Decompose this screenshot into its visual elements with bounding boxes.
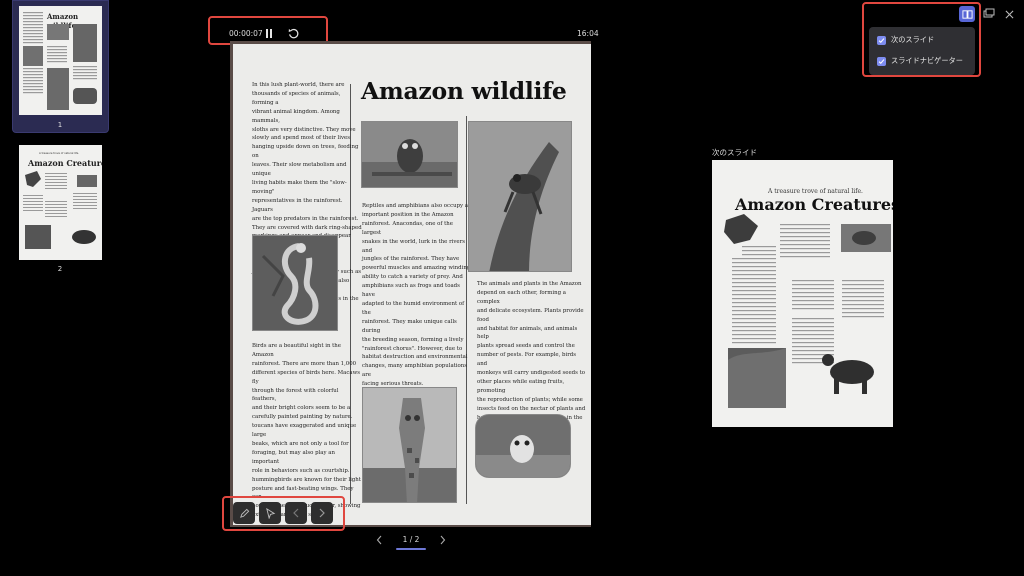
page-indicator-underline (396, 548, 426, 550)
slide-paper: Amazon wildlife In this lush plant-world… (233, 44, 591, 525)
clock: 16:04 (577, 29, 599, 38)
next-slide-button[interactable] (311, 502, 333, 524)
frog-photo (468, 121, 572, 272)
check-icon (878, 37, 885, 43)
column-2-text: Reptiles and amphibians also occupy an i… (362, 203, 471, 388)
owl-image (362, 122, 457, 187)
thumbnail-slide-2[interactable]: A treasure trove of natural life. Amazon… (19, 145, 102, 260)
pen-button[interactable] (233, 502, 255, 524)
presenter-view-button[interactable] (959, 6, 975, 22)
thumbnail-2-number: 2 (57, 265, 63, 273)
check-icon (878, 58, 885, 64)
next-slide-label: 次のスライド (712, 148, 757, 157)
elapsed-timer: 00:00:07 (229, 29, 263, 38)
pen-icon (239, 508, 249, 518)
display-settings-button[interactable] (981, 6, 997, 22)
view-options-menu: 次のスライド スライドナビゲーター (869, 27, 975, 75)
reset-timer-button[interactable] (286, 26, 300, 40)
flamingo-photo (252, 235, 338, 331)
snowy-owl-photo (475, 414, 571, 478)
dual-screen-icon (961, 9, 973, 19)
giraffe-photo (362, 387, 457, 503)
thumbnail-2-content (23, 171, 97, 249)
chevron-left-icon (376, 535, 382, 545)
pause-button[interactable] (262, 26, 276, 40)
column-1-bottom-text: Birds are a beautiful sight in the Amazo… (252, 343, 361, 518)
thumbnail-1-number: 1 (57, 121, 63, 129)
close-button[interactable] (1001, 6, 1017, 22)
display-icon (983, 8, 995, 18)
thumbnail-slide-1[interactable]: Amazon wildlife (19, 6, 102, 115)
thumbnail-1-content (23, 12, 97, 110)
pager-next-button[interactable] (439, 535, 446, 548)
previous-slide-button[interactable] (285, 502, 307, 524)
checkbox-next-slide[interactable] (877, 35, 886, 45)
pager-prev-button[interactable] (376, 535, 383, 548)
snowy-owl-image (476, 415, 570, 477)
next-slide-preview[interactable]: A treasure trove of natural life. Amazon… (712, 160, 893, 427)
flamingo-image (253, 236, 337, 330)
owl-photo (361, 121, 458, 188)
chevron-left-icon (293, 508, 299, 518)
close-icon (1005, 10, 1013, 18)
pointer-icon (265, 507, 275, 519)
page-indicator: 1 / 2 (402, 535, 420, 544)
pause-icon (266, 28, 272, 38)
giraffe-image (363, 388, 456, 502)
chevron-right-icon (440, 535, 446, 545)
menu-item-slide-navigator[interactable]: スライドナビゲーター (877, 55, 963, 67)
column-3-text: The animals and plants in the Amazon dep… (477, 281, 586, 430)
next-slide-content (724, 214, 891, 408)
chevron-right-icon (319, 508, 325, 518)
reset-icon (288, 28, 298, 38)
current-slide: Amazon wildlife In this lush plant-world… (230, 41, 591, 527)
laser-pointer-button[interactable] (259, 502, 281, 524)
menu-item-slide-navigator-label: スライドナビゲーター (891, 56, 963, 65)
checkbox-slide-navigator[interactable] (877, 56, 886, 66)
slide-title: Amazon wildlife (361, 77, 567, 105)
frog-image (469, 122, 571, 271)
menu-item-next-slide-label: 次のスライド (891, 35, 935, 44)
menu-item-next-slide[interactable]: 次のスライド (877, 34, 934, 46)
